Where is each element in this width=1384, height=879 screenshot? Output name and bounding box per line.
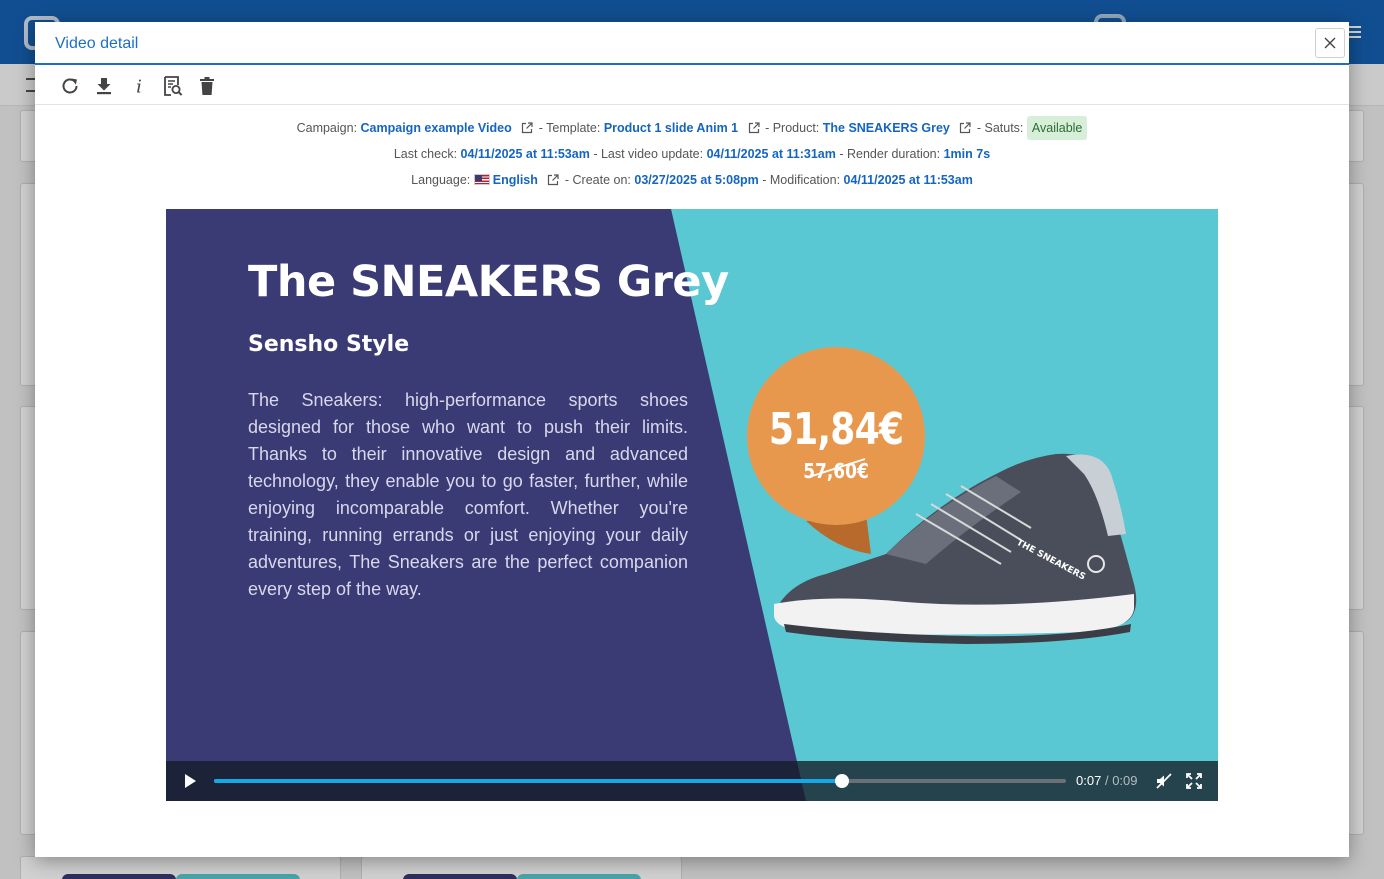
external-link-icon[interactable] [959,122,971,134]
campaign-label: Campaign: [296,121,358,135]
sneaker-image: THE SNEAKERS [774,453,1137,644]
fullscreen-icon[interactable] [1185,772,1203,790]
external-link-icon[interactable] [547,174,559,186]
document-search-button[interactable] [161,74,185,98]
meta-line-1: Campaign: Campaign example Video - Templ… [35,115,1349,141]
product-link[interactable]: The SNEAKERS Grey [823,121,950,135]
us-flag-icon [473,174,490,185]
status-label: - Satuts: [976,121,1024,135]
template-label: - Template: [538,121,601,135]
delete-button[interactable] [195,74,219,98]
close-button[interactable] [1315,28,1345,58]
external-link-icon[interactable] [521,122,533,134]
progress-knob[interactable] [834,774,849,788]
download-icon [97,78,111,95]
external-link-icon[interactable] [748,122,760,134]
play-icon[interactable] [182,773,198,789]
last-update-label: - Last video update: [593,147,704,161]
modification-label: - Modification: [762,173,841,187]
progress-fill [214,779,842,783]
meta-line-3: Language: English - Create on: 03/27/202… [35,167,1349,193]
video-metadata: Campaign: Campaign example Video - Templ… [35,105,1349,193]
time-display: 0:07 / 0:09 [1076,773,1138,788]
document-search-icon [164,76,183,96]
modal-title: Video detail [55,35,139,52]
svg-text:i: i [136,77,142,97]
refresh-icon [62,78,78,94]
last-update-value: 04/11/2025 at 11:31am [706,147,836,161]
refresh-button[interactable] [58,74,82,98]
meta-line-2: Last check: 04/11/2025 at 11:53am - Last… [35,141,1349,167]
modal-header: Video detail [35,22,1349,65]
mute-icon[interactable] [1155,772,1173,790]
last-check-value: 04/11/2025 at 11:53am [460,147,590,161]
render-duration-label: - Render duration: [839,147,941,161]
duration: 0:09 [1112,773,1138,788]
video-player[interactable]: The SNEAKERS Grey Sensho Style The Sneak… [166,209,1218,801]
close-icon [1324,37,1336,49]
download-button[interactable] [92,74,116,98]
render-duration-value: 1min 7s [943,147,991,161]
video-detail-modal: Video detail i Campaign: Campaign exampl… [35,22,1349,857]
video-controls: 0:07 / 0:09 [166,761,1218,801]
info-icon: i [136,77,142,97]
progress-bar[interactable] [214,774,1066,788]
language-link[interactable]: English [493,173,538,187]
time-separator: / [1104,773,1109,788]
status-badge: Available [1026,116,1088,140]
toolbar: i [35,65,1349,105]
last-check-label: Last check: [393,147,458,161]
template-link[interactable]: Product 1 slide Anim 1 [604,121,738,135]
trash-icon [200,77,214,95]
modification-value: 04/11/2025 at 11:53am [843,173,973,187]
create-label: - Create on: [564,173,631,187]
create-value: 03/27/2025 at 5:08pm [634,173,759,187]
info-button[interactable]: i [127,74,151,98]
product-label: - Product: [765,121,820,135]
campaign-link[interactable]: Campaign example Video [361,121,512,135]
language-label: Language: [411,173,471,187]
current-time: 0:07 [1076,773,1102,788]
